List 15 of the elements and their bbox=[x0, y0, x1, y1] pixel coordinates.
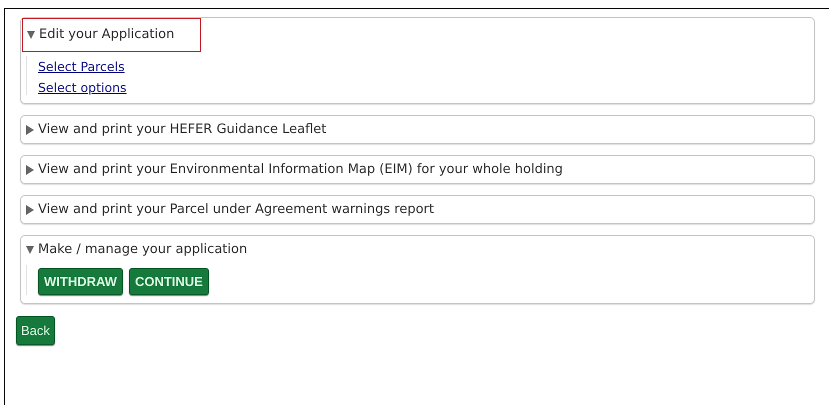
collapsed-triangle-icon bbox=[26, 165, 34, 175]
section-header[interactable]: View and print your HEFER Guidance Leaflet bbox=[21, 116, 336, 143]
section-link[interactable]: Select Parcels bbox=[38, 59, 125, 74]
section-header[interactable]: View and print your Parcel under Agreement warnings report bbox=[21, 196, 443, 223]
action-button[interactable]: WITHDRAW bbox=[38, 268, 123, 295]
expanded-triangle-icon bbox=[27, 30, 35, 40]
collapsed-triangle-icon bbox=[26, 125, 34, 135]
back-button[interactable]: Back bbox=[16, 316, 55, 345]
section-link[interactable]: Select options bbox=[38, 80, 127, 95]
collapsed-triangle-icon bbox=[26, 205, 34, 215]
section-header[interactable]: View and print your Environmental Information Map (EIM) for your whole holding bbox=[21, 156, 572, 183]
section-header[interactable]: Edit your Application bbox=[22, 18, 202, 52]
action-button[interactable]: CONTINUE bbox=[128, 268, 209, 295]
section-header[interactable]: Make / manage your application bbox=[21, 236, 256, 263]
expanded-triangle-icon bbox=[26, 245, 34, 255]
